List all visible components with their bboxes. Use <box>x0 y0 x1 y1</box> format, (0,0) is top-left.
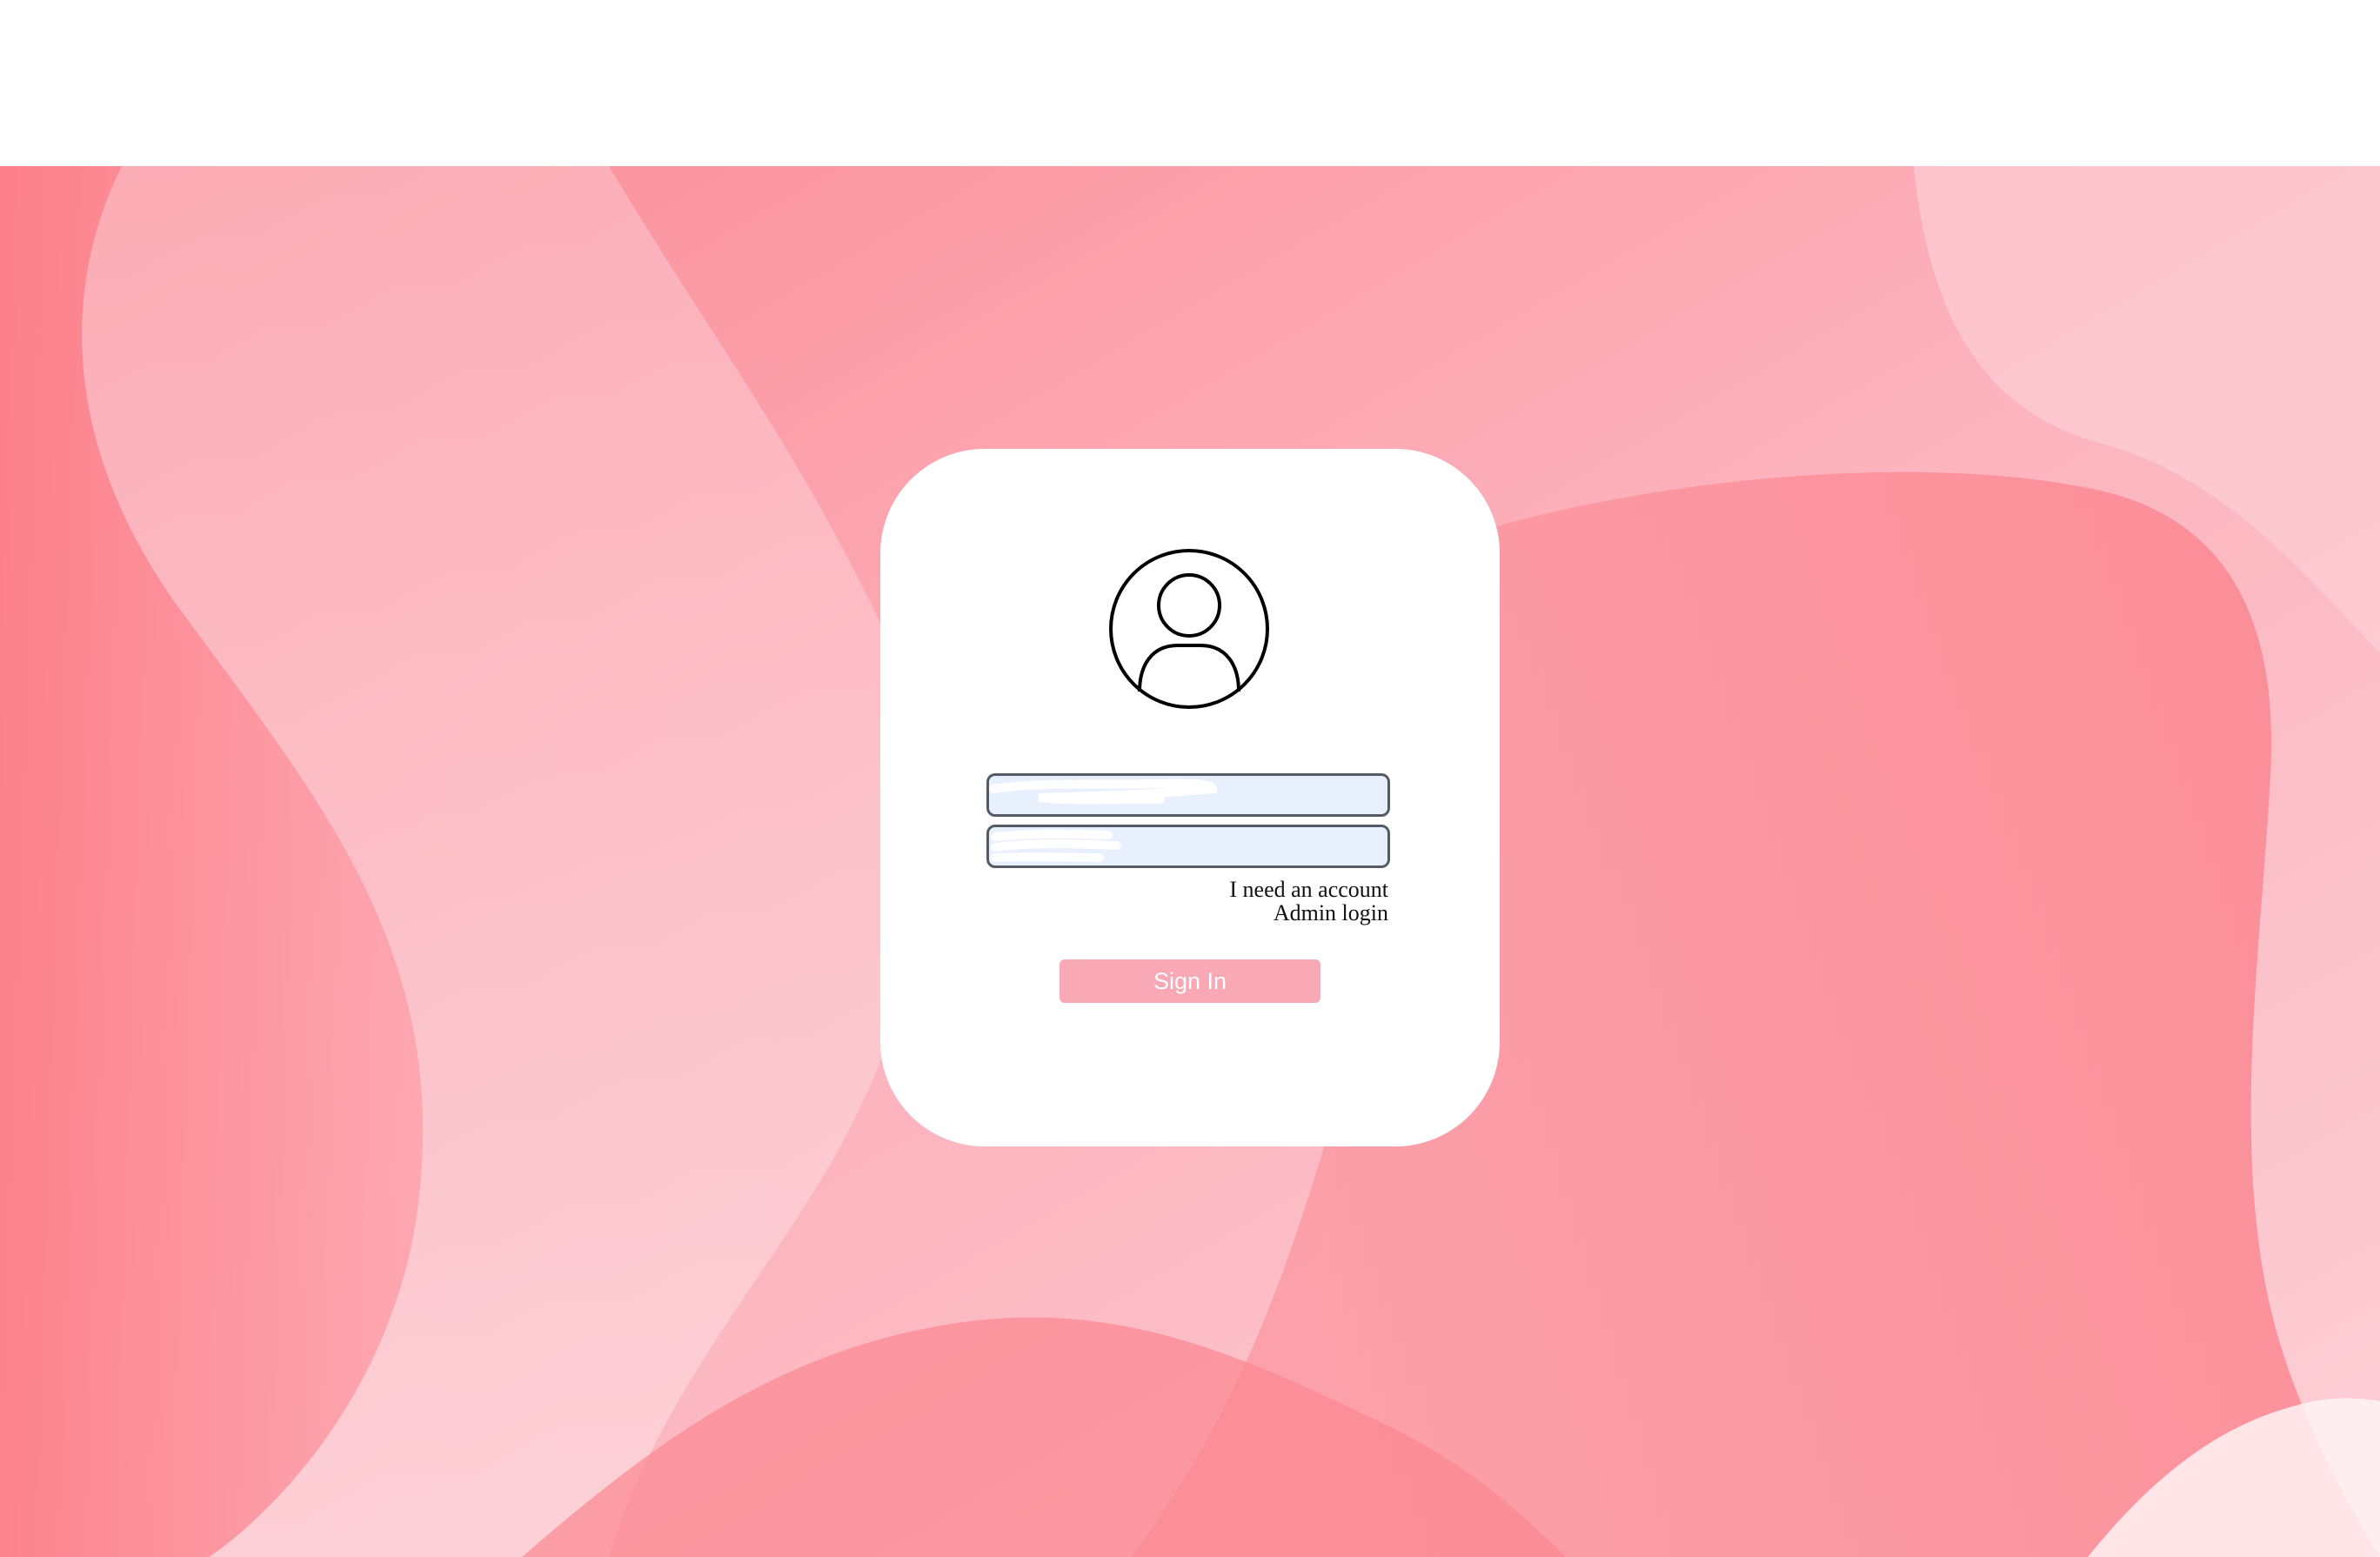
user-circle-icon <box>1108 548 1270 710</box>
login-card: I need an account Admin login Sign In <box>880 449 1500 1146</box>
need-account-link[interactable]: I need an account <box>1229 878 1388 901</box>
username-input[interactable] <box>986 773 1390 817</box>
top-bar <box>0 0 2380 166</box>
password-input[interactable] <box>986 825 1390 868</box>
account-links: I need an account Admin login <box>1229 878 1388 925</box>
sign-in-button[interactable]: Sign In <box>1060 959 1320 1003</box>
admin-login-link[interactable]: Admin login <box>1229 901 1388 925</box>
